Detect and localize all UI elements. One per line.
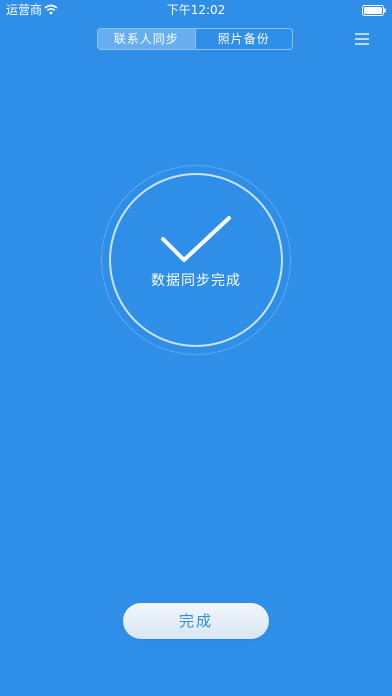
checkmark-icon [161,216,231,262]
sync-mode-segmented-control: 联系人同步 照片备份 [97,28,293,50]
status-bar: 运营商 下午12:02 [0,0,392,20]
sync-status-text: 数据同步完成 [151,273,241,289]
tab-contacts-sync[interactable]: 联系人同步 [98,29,195,49]
done-button[interactable]: 完成 [123,603,269,639]
battery-icon [362,5,386,16]
tab-photo-backup[interactable]: 照片备份 [194,29,293,49]
hamburger-menu-icon[interactable] [355,33,369,45]
status-time: 下午12:02 [166,3,226,17]
